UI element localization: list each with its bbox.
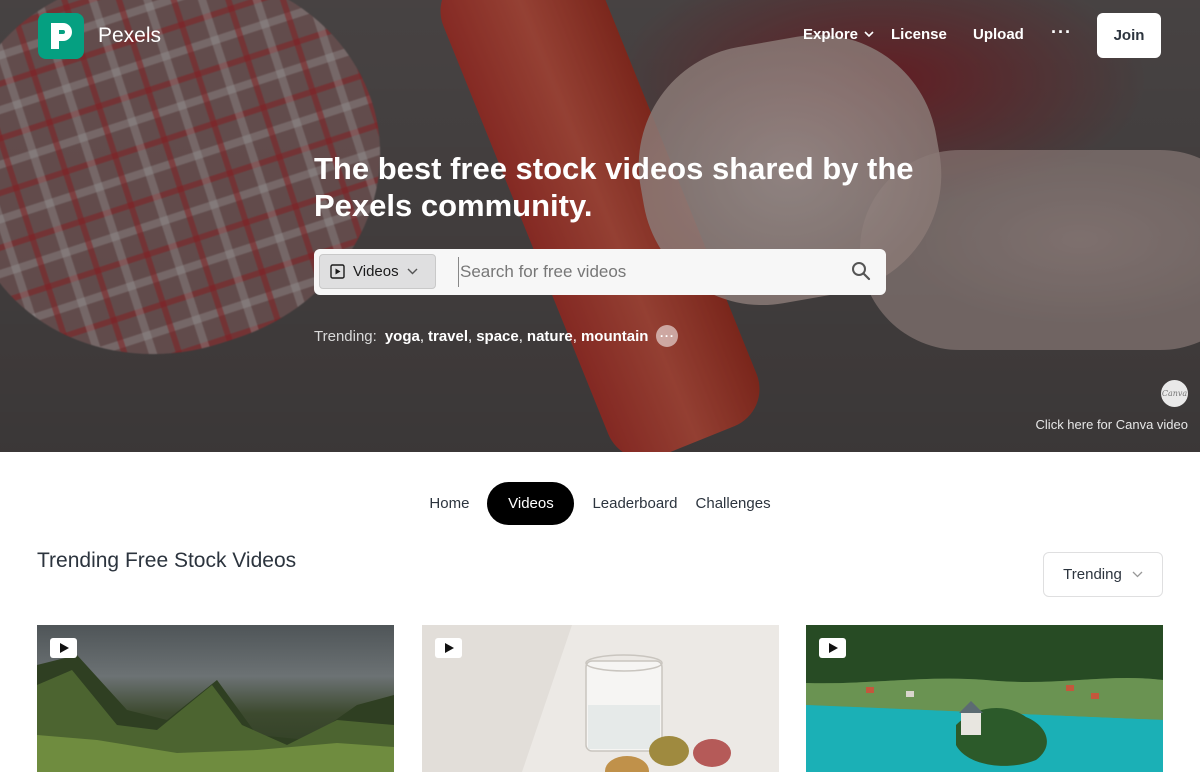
nav-upload[interactable]: Upload <box>973 26 1024 43</box>
hero-overlay <box>0 0 1200 452</box>
lake-village-image <box>806 625 1163 772</box>
search-bar: Videos <box>314 249 886 295</box>
sort-label: Trending <box>1063 566 1122 583</box>
trending-term[interactable]: nature <box>527 328 573 345</box>
video-card-macarons[interactable] <box>422 625 779 772</box>
play-icon <box>435 638 462 658</box>
trending-searches: Trending: yoga, travel, space, nature, m… <box>314 325 679 347</box>
canva-link[interactable]: Click here for Canva video <box>1036 417 1188 432</box>
trending-term[interactable]: yoga <box>385 328 420 345</box>
trending-term[interactable]: travel <box>428 328 468 345</box>
mountain-landscape-image <box>37 655 394 772</box>
chevron-down-icon <box>1132 571 1143 578</box>
tab-videos[interactable]: Videos <box>487 481 575 525</box>
play-icon <box>50 638 77 658</box>
nav-explore-label: Explore <box>803 26 859 43</box>
media-type-label: Videos <box>353 263 399 280</box>
nav-explore[interactable]: Explore <box>803 26 874 43</box>
canva-logo[interactable]: Canva <box>1161 380 1188 407</box>
section-title: Trending Free Stock Videos <box>37 549 297 572</box>
trending-term[interactable]: space <box>476 328 519 345</box>
trending-label: Trending: <box>314 327 377 345</box>
video-icon <box>330 264 345 279</box>
search-icon[interactable] <box>851 261 871 286</box>
nav-license[interactable]: License <box>891 26 947 43</box>
chevron-down-icon <box>407 268 418 275</box>
tab-challenges[interactable]: Challenges <box>696 495 771 512</box>
section-tabs: Home Videos Leaderboard Challenges <box>0 481 1200 525</box>
search-input[interactable] <box>458 257 838 287</box>
macarons-glass-image <box>422 625 779 772</box>
join-button[interactable]: Join <box>1097 13 1161 58</box>
trending-more-button[interactable]: ··· <box>656 325 679 347</box>
video-card-mountains[interactable] <box>37 625 394 772</box>
play-icon <box>819 638 846 658</box>
sort-dropdown[interactable]: Trending <box>1043 552 1163 597</box>
media-type-select[interactable]: Videos <box>319 254 436 289</box>
trending-term[interactable]: mountain <box>581 328 649 345</box>
chevron-down-icon <box>864 31 874 38</box>
pexels-logo[interactable] <box>38 13 84 59</box>
more-menu-icon[interactable]: ··· <box>1051 22 1072 43</box>
tab-home[interactable]: Home <box>429 495 469 512</box>
tab-leaderboard[interactable]: Leaderboard <box>592 495 677 512</box>
pexels-logo-icon <box>51 23 72 49</box>
video-card-lake-village[interactable] <box>806 625 1163 772</box>
hero-headline: The best free stock videos shared by the… <box>314 151 914 223</box>
brand-name[interactable]: Pexels <box>98 24 161 48</box>
hero-banner <box>0 0 1200 452</box>
